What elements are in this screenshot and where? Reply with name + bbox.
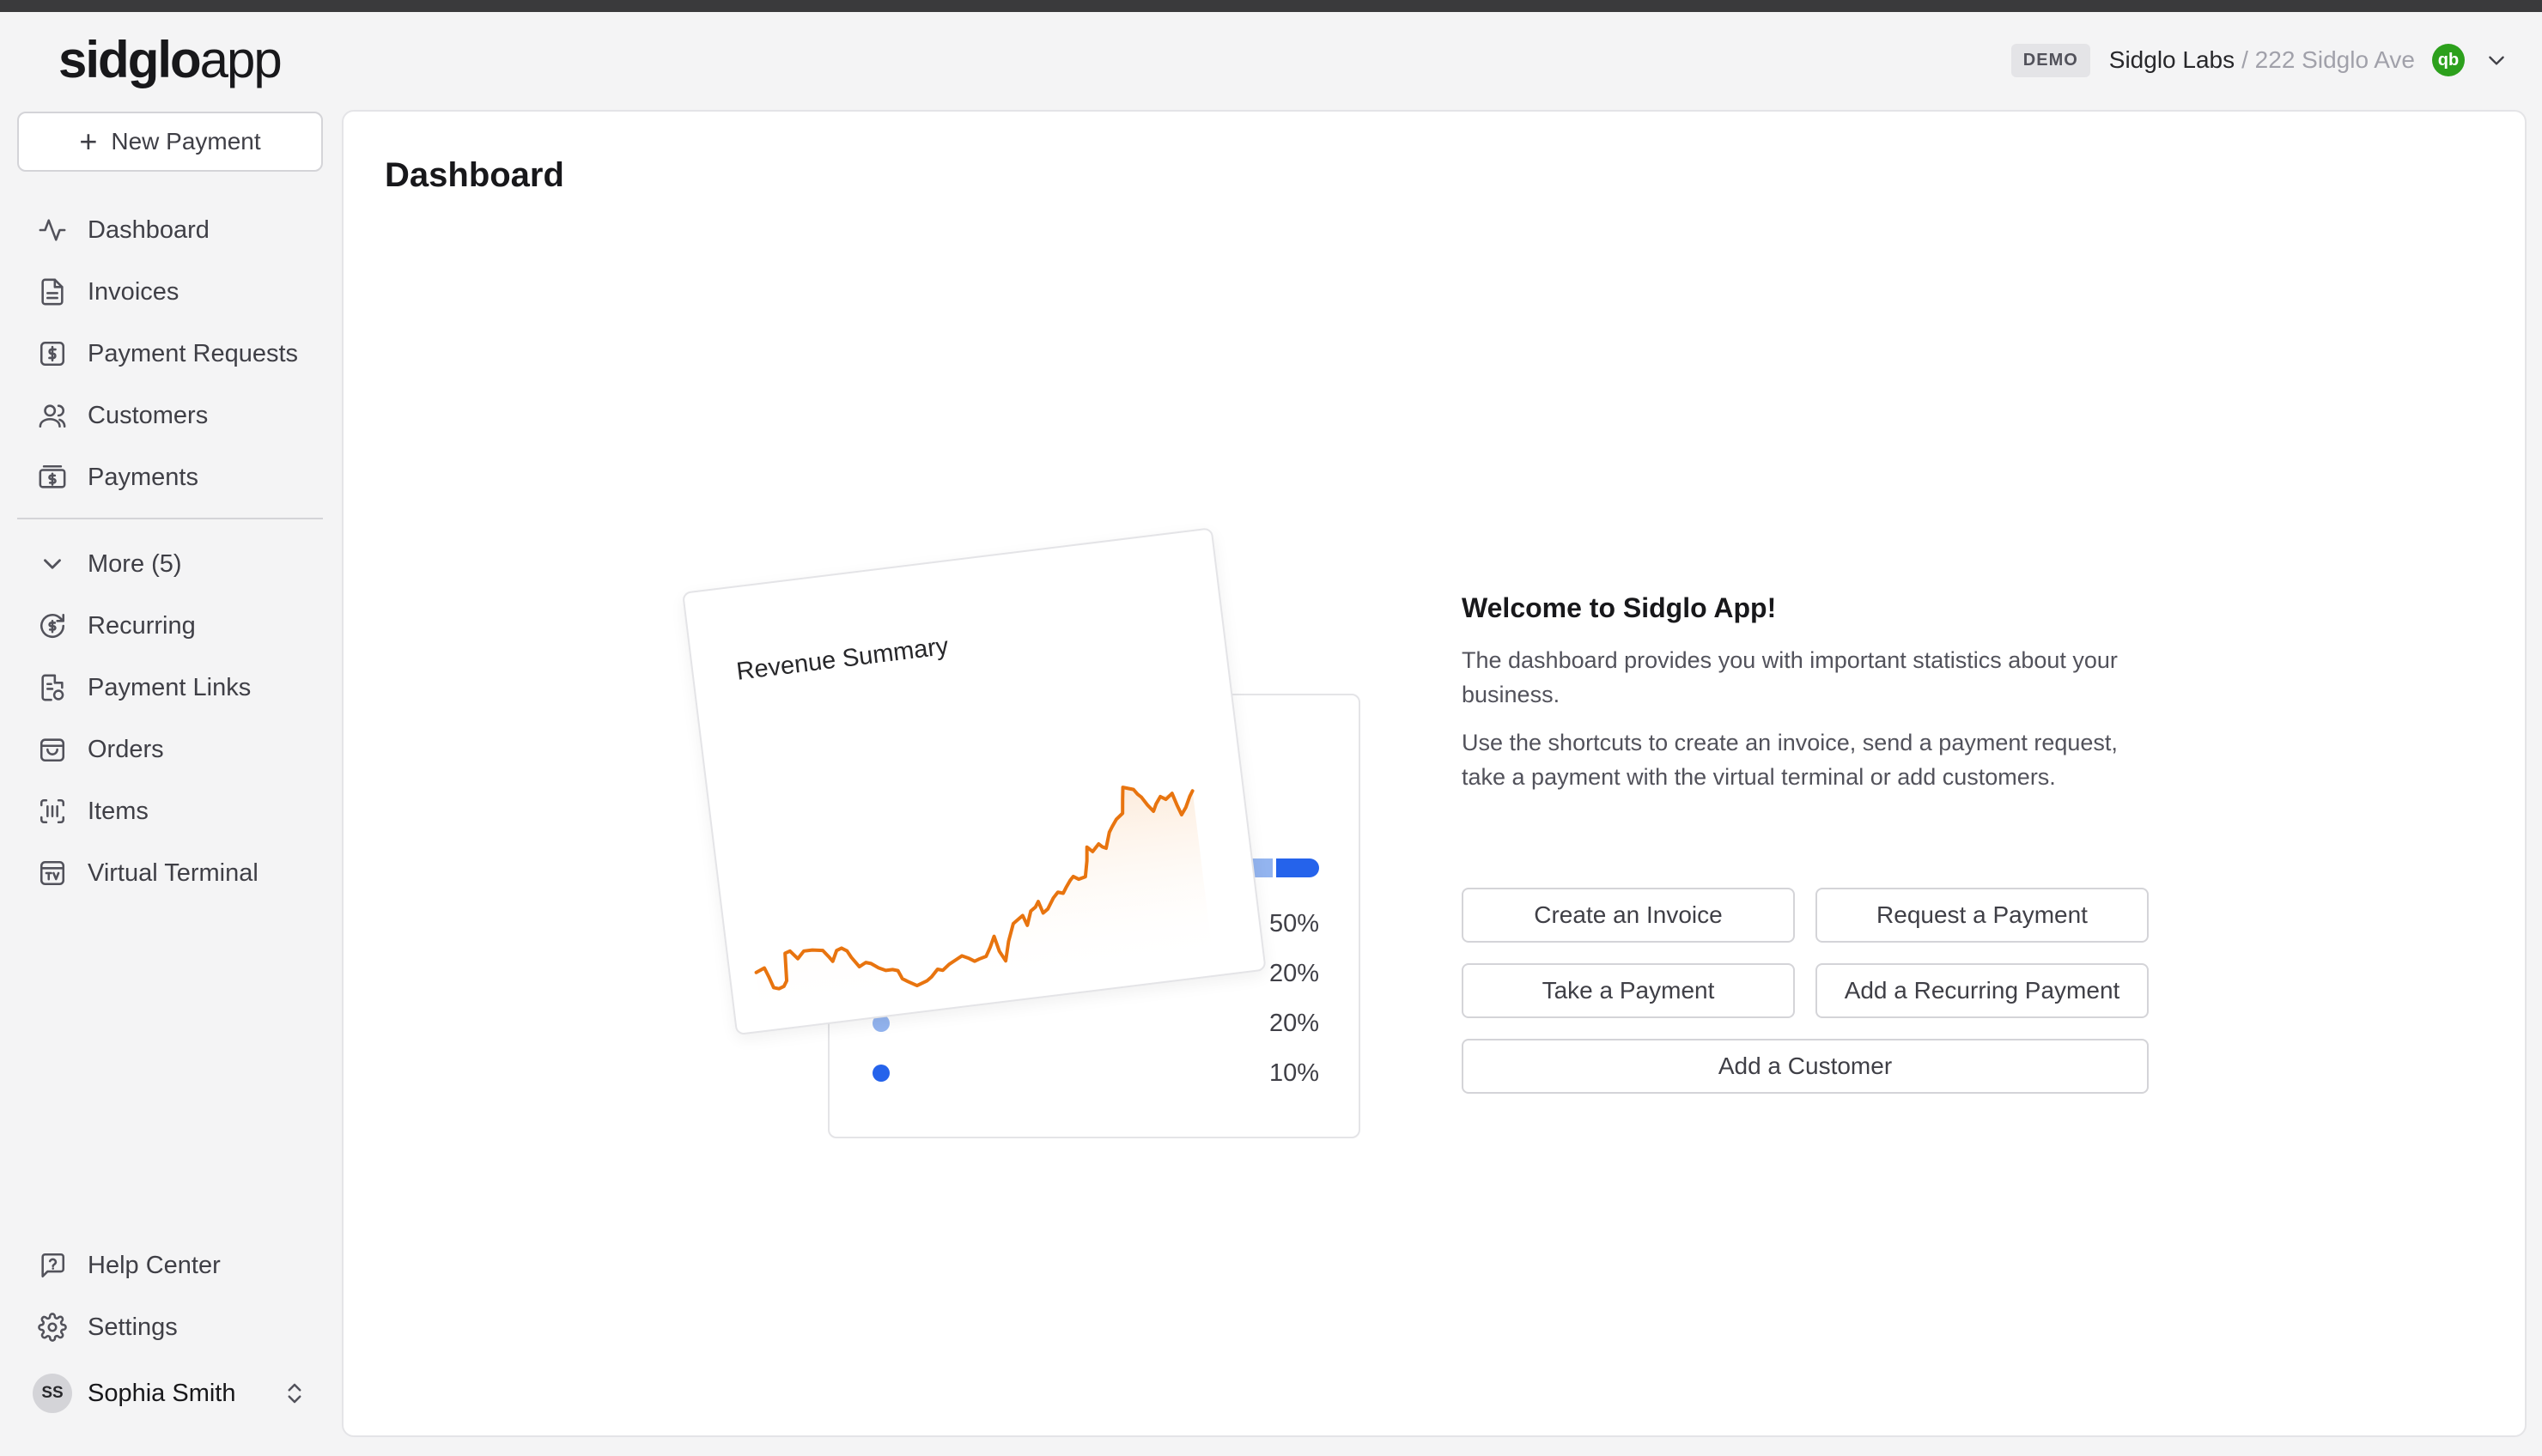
revenue-line-chart [754, 786, 1213, 1017]
sidebar-item-label: Orders [88, 735, 164, 763]
sidebar-item-recurring[interactable]: Recurring [17, 595, 323, 657]
barcode-scan-icon [40, 798, 65, 824]
take-payment-button[interactable]: Take a Payment [1462, 963, 1795, 1018]
legend-percent: 20% [1268, 959, 1319, 987]
add-recurring-payment-button[interactable]: Add a Recurring Payment [1815, 963, 2149, 1018]
help-icon [41, 1253, 65, 1278]
sidebar-item-label: Dashboard [88, 215, 210, 244]
sidebar-item-label: Recurring [88, 611, 196, 640]
legend-percent: 10% [1268, 1059, 1319, 1087]
more-toggle[interactable]: More (5) [17, 533, 323, 595]
chevrons-up-down-icon [288, 1383, 301, 1404]
gear-icon [38, 1313, 67, 1342]
sidebar-item-settings[interactable]: Settings [17, 1296, 323, 1358]
banknote-icon [39, 464, 66, 488]
bag-icon [40, 738, 65, 762]
legend-row: 10% [873, 1056, 1319, 1090]
sidebar-item-payment-requests[interactable]: Payment Requests [17, 323, 323, 385]
activity-icon [39, 219, 66, 241]
legend-percent: 20% [1268, 1009, 1319, 1037]
sidebar-divider [17, 518, 323, 519]
chevron-down-icon[interactable] [2485, 49, 2508, 71]
sidebar-item-payment-links[interactable]: Payment Links [17, 657, 323, 719]
sidebar-item-label: Items [88, 797, 149, 825]
revenue-area [756, 787, 1213, 1017]
users-icon [39, 404, 66, 428]
sidebar-item-label: Payments [88, 463, 198, 491]
sidebar-item-help-center[interactable]: Help Center [17, 1235, 323, 1296]
user-menu[interactable]: SS Sophia Smith [17, 1365, 323, 1422]
new-payment-button[interactable]: + New Payment [17, 112, 323, 172]
welcome-panel: Welcome to Sidglo App! The dashboard pro… [1462, 592, 2149, 808]
avatar: SS [33, 1374, 72, 1413]
sidebar-item-label: Settings [88, 1313, 178, 1341]
file-text-icon [41, 278, 64, 306]
sidebar-item-items[interactable]: Items [17, 780, 323, 842]
primary-nav: Dashboard Invoices Payment Requests Cust… [17, 199, 323, 508]
revenue-summary-card: Revenue Summary [682, 527, 1267, 1036]
more-nav: More (5) Recurring Payment Links Orders … [17, 533, 323, 904]
terminal-icon [40, 860, 65, 886]
add-customer-button[interactable]: Add a Customer [1462, 1039, 2149, 1094]
location-name: / 222 Sidglo Ave [2241, 46, 2415, 73]
recurring-dollar-icon [40, 613, 65, 639]
page-title: Dashboard [385, 156, 564, 194]
organization-switcher[interactable]: DEMO Sidglo Labs / 222 Sidglo Ave qb [2010, 39, 2508, 81]
sidebar: + New Payment Dashboard Invoices Payment… [0, 94, 342, 1456]
sidebar-item-label: Payment Links [88, 673, 252, 701]
user-name: Sophia Smith [88, 1379, 236, 1407]
window-top-bar [0, 0, 2542, 12]
chevron-down-icon [44, 559, 61, 569]
legend-dot [873, 1065, 890, 1082]
plus-icon: + [79, 124, 98, 159]
create-invoice-button[interactable]: Create an Invoice [1462, 888, 1795, 943]
organization-name: Sidglo Labs [2108, 46, 2235, 73]
more-label: More (5) [88, 549, 182, 578]
sidebar-item-label: Virtual Terminal [88, 858, 258, 887]
quickbooks-icon: qb [2432, 44, 2465, 76]
main-panel: Dashboard 50% 20% 20% 10% Revenue Summar… [342, 110, 2527, 1437]
sidebar-item-virtual-terminal[interactable]: Virtual Terminal [17, 842, 323, 904]
app-logo[interactable]: sidgloapp [58, 29, 283, 91]
sidebar-item-invoices[interactable]: Invoices [17, 261, 323, 323]
sidebar-item-customers[interactable]: Customers [17, 385, 323, 446]
bottom-nav: Help Center Settings [17, 1235, 323, 1358]
sidebar-item-orders[interactable]: Orders [17, 719, 323, 780]
demo-badge: DEMO [2010, 43, 2090, 77]
sidebar-item-label: Invoices [88, 277, 179, 306]
file-link-icon [41, 674, 64, 701]
sidebar-item-label: Payment Requests [88, 339, 299, 367]
sidebar-item-label: Customers [88, 401, 209, 429]
request-payment-button[interactable]: Request a Payment [1815, 888, 2149, 943]
dollar-request-icon [40, 341, 65, 367]
welcome-heading: Welcome to Sidglo App! [1462, 592, 1777, 623]
sidebar-item-payments[interactable]: Payments [17, 446, 323, 508]
legend-percent: 50% [1268, 909, 1319, 937]
welcome-description: The dashboard provides you with importan… [1462, 647, 2118, 707]
sidebar-item-dashboard[interactable]: Dashboard [17, 199, 323, 261]
breakdown-bar-segment [1276, 858, 1319, 877]
new-payment-label: New Payment [111, 128, 261, 155]
welcome-instructions: Use the shortcuts to create an invoice, … [1462, 730, 2118, 790]
sidebar-item-label: Help Center [88, 1251, 221, 1279]
